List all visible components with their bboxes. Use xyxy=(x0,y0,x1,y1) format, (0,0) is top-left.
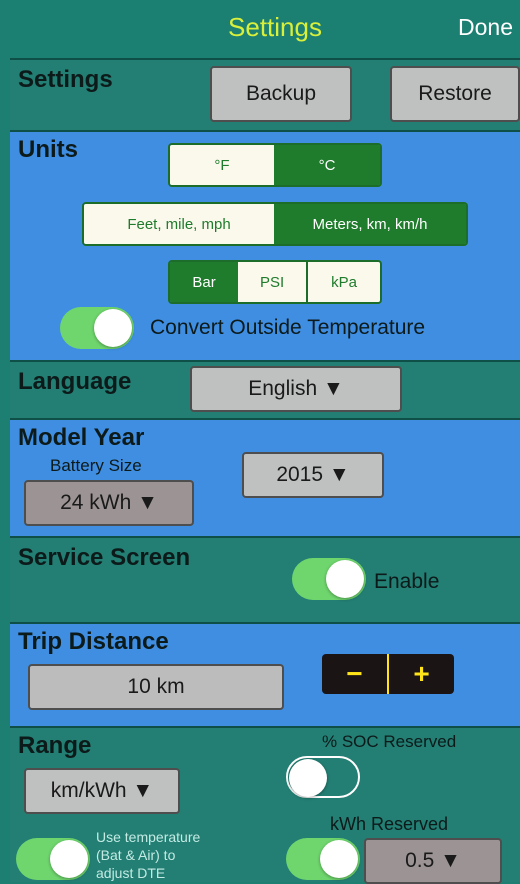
language-dropdown[interactable]: English ▼ xyxy=(190,366,402,412)
segment-imperial[interactable]: Feet, mile, mph xyxy=(84,204,275,244)
use-temperature-label: Use temperature (Bat & Air) to adjust DT… xyxy=(96,828,200,882)
segment-bar[interactable]: Bar xyxy=(170,262,239,302)
range-label: Range xyxy=(18,732,92,759)
use-temperature-toggle[interactable] xyxy=(16,838,90,880)
backup-button[interactable]: Backup xyxy=(210,66,352,122)
battery-size-dropdown[interactable]: 24 kWh ▼ xyxy=(24,480,194,526)
segment-metric[interactable]: Meters, km, km/h xyxy=(274,204,466,244)
segment-kpa[interactable]: kPa xyxy=(306,262,380,302)
service-screen-toggle[interactable] xyxy=(292,558,366,600)
temperature-unit-segmented-control: °F °C xyxy=(168,143,382,187)
convert-temperature-label: Convert Outside Temperature xyxy=(150,316,426,339)
toggle-knob xyxy=(320,840,358,878)
toggle-knob xyxy=(289,759,327,797)
service-screen-enable-label: Enable xyxy=(374,570,440,593)
kwh-reserved-dropdown[interactable]: 0.5 ▼ xyxy=(364,838,502,884)
toggle-knob xyxy=(326,560,364,598)
segment-fahrenheit[interactable]: °F xyxy=(170,145,275,185)
trip-distance-value: 10 km xyxy=(28,664,284,710)
trip-distance-stepper: − + xyxy=(322,654,454,694)
use-temperature-line-1: Use temperature xyxy=(96,829,201,845)
soc-reserved-toggle[interactable] xyxy=(286,756,360,798)
done-button[interactable]: Done xyxy=(458,14,513,41)
model-year-label: Model Year xyxy=(18,424,145,451)
minus-button[interactable]: − xyxy=(322,654,389,694)
model-year-dropdown[interactable]: 2015 ▼ xyxy=(242,452,384,498)
kwh-reserved-toggle[interactable] xyxy=(286,838,360,880)
kwh-reserved-label: kWh Reserved xyxy=(330,814,449,834)
restore-button[interactable]: Restore xyxy=(390,66,520,122)
segment-psi[interactable]: PSI xyxy=(238,262,307,302)
use-temperature-line-3: adjust DTE xyxy=(96,865,166,881)
service-screen-label: Service Screen xyxy=(18,544,191,571)
plus-button[interactable]: + xyxy=(389,654,454,694)
segment-celsius[interactable]: °C xyxy=(274,145,380,185)
trip-distance-label: Trip Distance xyxy=(18,628,169,655)
battery-size-label: Battery Size xyxy=(50,456,142,475)
toggle-knob xyxy=(50,840,88,878)
toggle-knob xyxy=(94,309,132,347)
distance-unit-segmented-control: Feet, mile, mph Meters, km, km/h xyxy=(82,202,468,246)
units-label: Units xyxy=(18,136,78,163)
nav-title: Settings xyxy=(228,12,322,42)
settings-label: Settings xyxy=(18,66,113,93)
pressure-unit-segmented-control: Bar PSI kPa xyxy=(168,260,382,304)
use-temperature-line-2: (Bat & Air) to xyxy=(96,847,176,863)
range-unit-dropdown[interactable]: km/kWh ▼ xyxy=(24,768,180,814)
soc-reserved-label: % SOC Reserved xyxy=(322,732,457,751)
language-label: Language xyxy=(18,368,132,395)
convert-temperature-toggle[interactable] xyxy=(60,307,134,349)
